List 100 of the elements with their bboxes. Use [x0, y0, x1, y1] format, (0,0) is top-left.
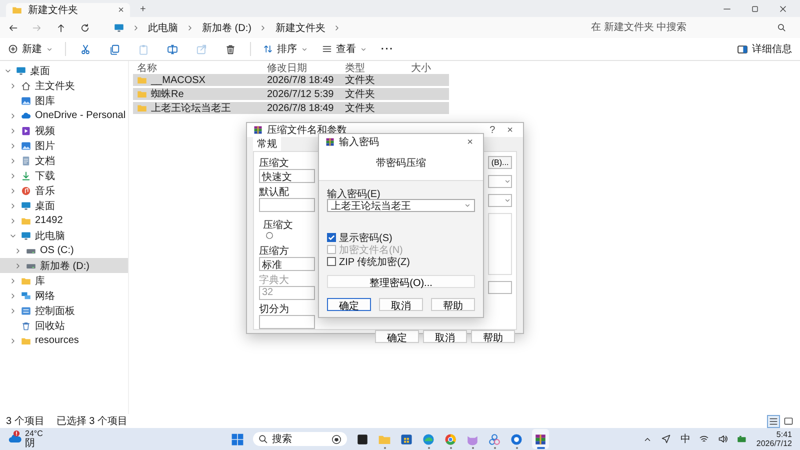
- sidebar-item[interactable]: 图库: [0, 93, 128, 108]
- windows-logo-icon[interactable]: [231, 432, 244, 446]
- sidebar-item[interactable]: OS (C:): [0, 243, 128, 258]
- sidebar-item[interactable]: 新加卷 (D:): [0, 258, 128, 273]
- chevron-right-icon[interactable]: [9, 112, 17, 120]
- checkbox-option[interactable]: 显示密码(S): [327, 232, 475, 243]
- three-rings-icon[interactable]: [488, 432, 501, 446]
- details-button[interactable]: 详细信息: [735, 42, 794, 56]
- close-icon[interactable]: [778, 4, 788, 14]
- help-button[interactable]: ?: [486, 124, 500, 136]
- breadcrumb[interactable]: 新建文件夹: [275, 20, 326, 34]
- chevron-right-icon[interactable]: [9, 156, 17, 164]
- sidebar-item[interactable]: 视频: [0, 123, 128, 138]
- rename-icon[interactable]: [167, 44, 178, 54]
- dialog-button[interactable]: 确定: [327, 298, 371, 311]
- new-button[interactable]: 新建: [6, 42, 55, 56]
- sidebar-item[interactable]: 网络: [0, 288, 128, 303]
- breadcrumb[interactable]: 此电脑: [148, 20, 178, 34]
- chevron-right-icon[interactable]: [14, 262, 22, 270]
- wave-circle-icon[interactable]: [422, 432, 435, 446]
- chevron-right-icon[interactable]: [9, 142, 17, 150]
- file-row[interactable]: 上老王论坛当老王 2026/7/8 18:49 文件夹: [133, 102, 449, 114]
- list-view-icon[interactable]: [768, 416, 779, 426]
- sidebar-item[interactable]: OneDrive - Personal: [0, 108, 128, 123]
- dialog-tab[interactable]: 常规: [253, 137, 281, 151]
- dropdown-field[interactable]: [488, 175, 512, 188]
- file-row[interactable]: 蜘蛛Re 2026/7/12 5:39 文件夹: [133, 88, 449, 100]
- checkbox-option[interactable]: ZIP 传统加密(Z): [327, 256, 475, 267]
- input-field[interactable]: [488, 281, 512, 294]
- tab-close[interactable]: ×: [118, 4, 124, 16]
- segmented-circle-icon[interactable]: [444, 432, 457, 446]
- scissors-icon[interactable]: [80, 44, 91, 54]
- sidebar-item[interactable]: 图片: [0, 138, 128, 153]
- sidebar-item[interactable]: resources: [0, 333, 128, 348]
- sidebar-item[interactable]: 桌面: [0, 63, 128, 78]
- new-tab[interactable]: +: [140, 4, 146, 15]
- column-header[interactable]: 大小: [407, 60, 431, 74]
- password-field[interactable]: 上老王论坛当老王: [327, 199, 475, 212]
- refresh-icon[interactable]: [80, 22, 90, 32]
- chevron-right-icon[interactable]: [9, 292, 17, 300]
- clock-time[interactable]: 5:41: [776, 430, 792, 439]
- input-field[interactable]: [259, 198, 315, 212]
- address-bar[interactable]: 此电脑 新加卷 (D:) 新建文件夹: [108, 20, 575, 36]
- sidebar-item[interactable]: 桌面: [0, 198, 128, 213]
- dropdown-field[interactable]: [488, 194, 512, 207]
- battery-icon[interactable]: [737, 434, 748, 444]
- sidebar-item[interactable]: 回收站: [0, 318, 128, 333]
- file-row[interactable]: __MACOSX 2026/7/8 18:49 文件夹: [133, 74, 449, 86]
- more-button[interactable]: ···: [379, 44, 396, 54]
- sidebar-item[interactable]: 库: [0, 273, 128, 288]
- chevron-right-icon[interactable]: [9, 336, 17, 344]
- close-button[interactable]: ×: [463, 136, 477, 148]
- task-view-icon[interactable]: [356, 432, 369, 446]
- sidebar-item[interactable]: 主文件夹: [0, 78, 128, 93]
- dialog-button[interactable]: 帮助: [431, 298, 475, 311]
- speaker-icon[interactable]: [718, 434, 728, 444]
- chevron-right-icon[interactable]: [9, 216, 17, 224]
- chevron-right-icon[interactable]: [9, 82, 17, 90]
- column-header[interactable]: 类型: [341, 60, 407, 74]
- wifi-icon[interactable]: [699, 434, 710, 444]
- chevron-right-icon[interactable]: [14, 246, 22, 254]
- sidebar-item[interactable]: 下载: [0, 168, 128, 183]
- sort-button[interactable]: 排序: [261, 42, 310, 56]
- chevron-right-icon[interactable]: [9, 126, 17, 134]
- radio-button-icon[interactable]: [265, 231, 274, 240]
- chevron-right-icon[interactable]: [9, 306, 17, 314]
- sidebar-item[interactable]: 控制面板: [0, 303, 128, 318]
- clock-date[interactable]: 2026/7/12: [756, 439, 792, 448]
- input-field[interactable]: 快速文: [259, 169, 315, 183]
- chevron-right-icon[interactable]: [9, 172, 17, 180]
- column-header[interactable]: 修改日期: [263, 60, 341, 74]
- sidebar-item[interactable]: 21492: [0, 213, 128, 228]
- close-button[interactable]: ×: [503, 124, 517, 136]
- sidebar-item[interactable]: 文档: [0, 153, 128, 168]
- chat-bubble-icon[interactable]: [510, 432, 523, 446]
- input-field[interactable]: [259, 315, 315, 329]
- dialog-button[interactable]: 帮助: [471, 330, 515, 343]
- stacked-books-icon[interactable]: [534, 432, 547, 446]
- breadcrumb[interactable]: 新加卷 (D:): [202, 20, 252, 34]
- window-tab[interactable]: 新建文件夹 ×: [6, 3, 130, 17]
- dialog-button[interactable]: 确定: [375, 330, 419, 343]
- browse-button[interactable]: (B)...: [488, 156, 512, 169]
- view-button[interactable]: 查看: [320, 42, 369, 56]
- input-field[interactable]: 标准: [259, 257, 315, 271]
- column-header[interactable]: 名称: [133, 60, 263, 74]
- input-method[interactable]: 中: [680, 432, 690, 446]
- chevron-right-icon[interactable]: [9, 202, 17, 210]
- maximize-icon[interactable]: [750, 4, 760, 14]
- copy-icon[interactable]: [109, 44, 120, 54]
- trash-icon[interactable]: [225, 44, 236, 54]
- chevron-right-icon[interactable]: [9, 276, 17, 284]
- sidebar-item[interactable]: 音乐: [0, 183, 128, 198]
- checkbox[interactable]: [327, 233, 336, 242]
- dialog-button[interactable]: 取消: [423, 330, 467, 343]
- send-arrow-icon[interactable]: [661, 434, 672, 444]
- checkbox[interactable]: [327, 257, 336, 266]
- chevron-right-icon[interactable]: [9, 186, 17, 194]
- taskbar-search[interactable]: 搜索: [253, 432, 347, 446]
- dialog-button[interactable]: 取消: [379, 298, 423, 311]
- store-icon[interactable]: [400, 432, 413, 446]
